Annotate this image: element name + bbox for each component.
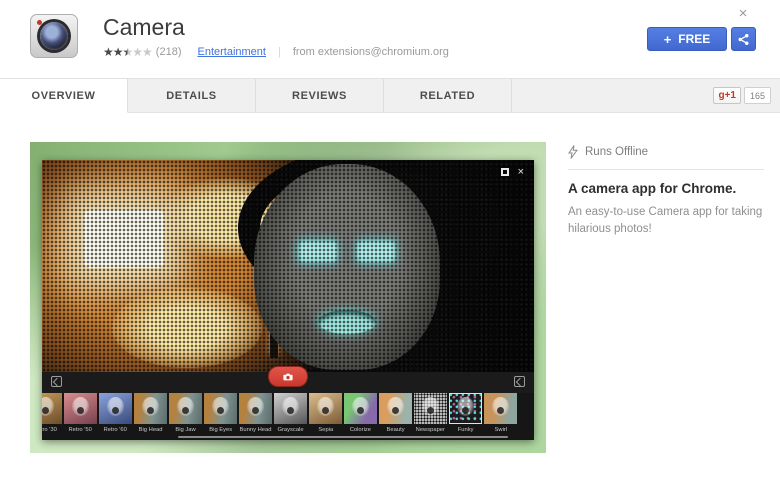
filter-big-head[interactable]: Big Head [134, 393, 167, 436]
window-controls: × [501, 167, 524, 177]
app-tagline: A camera app for Chrome. [568, 181, 768, 196]
plusone-widget: g+1 165 [713, 79, 780, 112]
publisher-byline: from extensions@chromium.org [293, 46, 449, 58]
maximize-icon[interactable] [501, 168, 509, 176]
filter-newspaper[interactable]: Newspaper [414, 393, 447, 436]
camera-toolbar [42, 372, 534, 393]
filter-thumbnail-image [309, 393, 342, 424]
lightning-icon [568, 145, 578, 159]
filter-retro-60[interactable]: Retro '60 [99, 393, 132, 436]
close-icon[interactable]: × [735, 6, 751, 22]
meta-divider: | [278, 46, 281, 58]
filter-thumbnail-image [414, 393, 447, 424]
filter-big-jaw[interactable]: Big Jaw [169, 393, 202, 436]
filter-thumbnail-image [169, 393, 202, 424]
share-button[interactable] [731, 27, 756, 51]
free-install-button[interactable]: + FREE [647, 27, 727, 51]
filter-retro-30[interactable]: Retro '30 [42, 393, 62, 436]
app-meta-row: ★★★★★ (218) Entertainment | from extensi… [103, 46, 449, 58]
filter-thumbnail-image [99, 393, 132, 424]
filter-retro-50[interactable]: Retro '50 [64, 393, 97, 436]
runs-offline-label: Runs Offline [585, 146, 648, 158]
runs-offline-row: Runs Offline [568, 145, 648, 159]
sidebar-divider [568, 169, 764, 170]
window-close-icon[interactable]: × [518, 167, 524, 177]
filter-strip: Retro '30 Retro '50 Retro '60 Big Head B… [42, 393, 534, 440]
tab-overview[interactable]: OVERVIEW [0, 79, 128, 113]
free-button-label: FREE [678, 32, 710, 46]
category-link[interactable]: Entertainment [197, 46, 265, 58]
filter-thumbnail-image [484, 393, 517, 424]
filter-thumbnail-image [379, 393, 412, 424]
filter-thumbnail-image [344, 393, 377, 424]
camera-lens-icon [40, 22, 68, 50]
tab-bar: OVERVIEW DETAILS REVIEWS RELATED g+1 165 [0, 78, 780, 113]
rating-count: (218) [156, 46, 182, 58]
filter-thumbnail-image [42, 393, 62, 424]
screenshot-carousel-image[interactable]: × Retro '30 Retro '50 Retro '60 Big Head… [30, 142, 546, 453]
webcam-preview: × [42, 160, 534, 372]
filter-thumbnail-image [239, 393, 272, 424]
gplus-count-badge: 165 [744, 87, 771, 104]
store-header: × Camera ★★★★★ (218) Entertainment | fro… [0, 0, 780, 78]
page-title: Camera [103, 14, 185, 41]
filter-thumbnail-image [274, 393, 307, 424]
tab-related[interactable]: RELATED [384, 79, 512, 112]
filter-swirl[interactable]: Swirl [484, 393, 517, 436]
plus-icon: + [664, 32, 672, 47]
filter-big-eyes[interactable]: Big Eyes [204, 393, 237, 436]
app-description: An easy-to-use Camera app for taking hil… [568, 204, 764, 239]
filter-thumbnails: Retro '30 Retro '50 Retro '60 Big Head B… [42, 393, 517, 436]
filter-colorize[interactable]: Colorize [344, 393, 377, 436]
gplus-one-button[interactable]: g+1 [713, 87, 741, 104]
tab-reviews[interactable]: REVIEWS [256, 79, 384, 112]
camera-icon [283, 373, 293, 381]
filter-thumbnail-image [449, 393, 482, 424]
mirror-icon[interactable] [514, 376, 525, 387]
filter-funky[interactable]: Funky [449, 393, 482, 436]
halftone-filter-overlay [42, 160, 534, 372]
filter-sepia[interactable]: Sepia [309, 393, 342, 436]
filter-grayscale[interactable]: Grayscale [274, 393, 307, 436]
filter-thumbnail-image [64, 393, 97, 424]
camera-shutter-dot-icon [37, 20, 42, 25]
share-icon [737, 33, 750, 46]
filter-strip-scrollbar[interactable] [178, 436, 508, 438]
star-rating[interactable]: ★★★★★ [103, 46, 152, 58]
camera-app-window: × Retro '30 Retro '50 Retro '60 Big Head… [42, 160, 534, 440]
gallery-icon[interactable] [51, 376, 62, 387]
filter-thumbnail-image [134, 393, 167, 424]
tab-details[interactable]: DETAILS [128, 79, 256, 112]
filter-beauty[interactable]: Beauty [379, 393, 412, 436]
filter-bunny-head[interactable]: Bunny Head [239, 393, 272, 436]
shutter-button[interactable] [268, 366, 308, 387]
app-icon [30, 14, 78, 58]
filter-thumbnail-image [204, 393, 237, 424]
